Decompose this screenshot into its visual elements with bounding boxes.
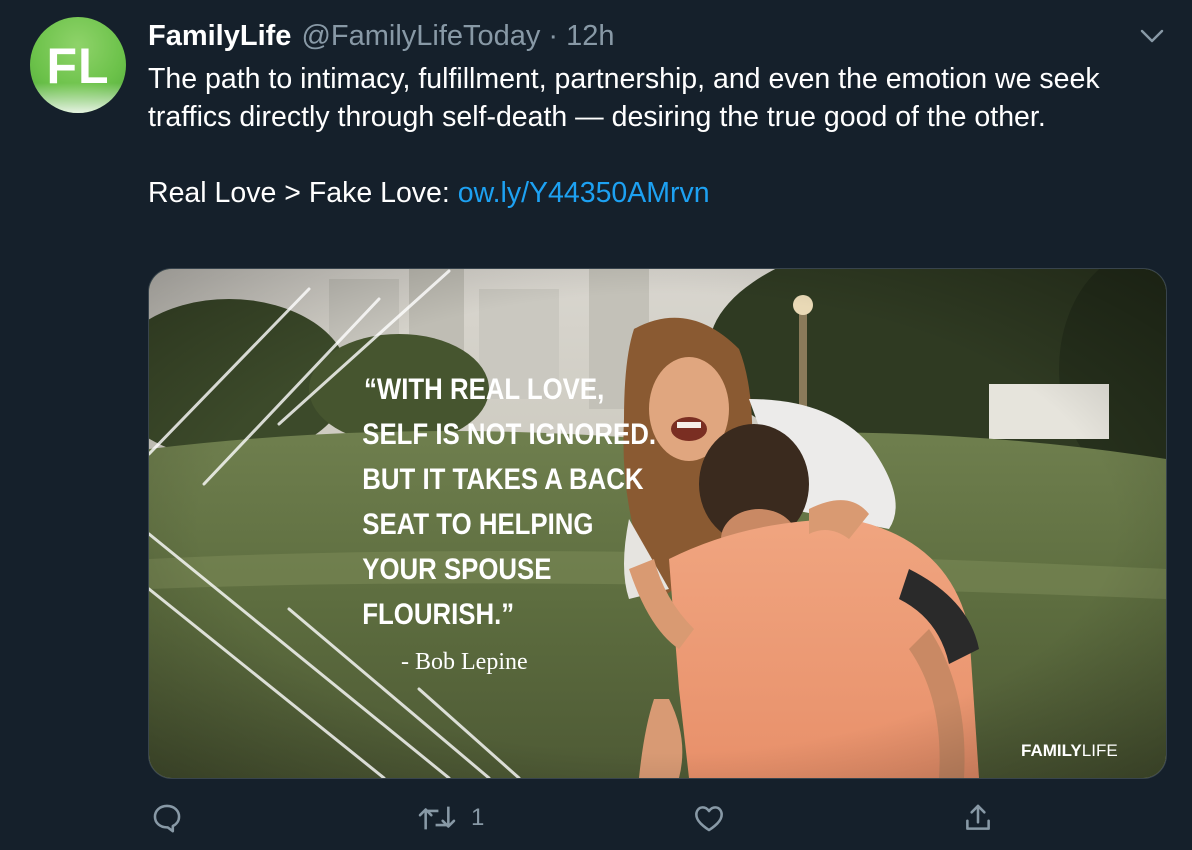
- timestamp[interactable]: 12h: [566, 20, 614, 53]
- quote-line: SEAT TO HELPING: [362, 507, 593, 540]
- logo-life: LIFE: [1082, 741, 1118, 760]
- tweet-link[interactable]: ow.ly/Y44350AMrvn: [458, 177, 710, 209]
- media-photo: “WITH REAL LOVE, SELF IS NOT IGNORED. BU…: [149, 269, 1166, 778]
- like-button[interactable]: [692, 798, 740, 838]
- tweet-actions: 1: [0, 798, 1192, 838]
- logo-family: FAMILY: [1021, 741, 1082, 760]
- avatar[interactable]: FL: [30, 17, 126, 113]
- retweet-button[interactable]: 1: [417, 798, 484, 838]
- tweet-text-paragraph-2: Real Love > Fake Love: ow.ly/Y44350AMrvn: [148, 174, 1158, 212]
- display-name[interactable]: FamilyLife: [148, 20, 291, 53]
- header-separator: ·: [548, 19, 559, 52]
- quote-line: “WITH REAL LOVE,: [364, 372, 604, 405]
- tweet-header: FamilyLife @FamilyLifeToday · 12h: [148, 18, 614, 54]
- tweet-text-prefix: Real Love > Fake Love:: [148, 177, 458, 209]
- quote-line: BUT IT TAKES A BACK: [362, 462, 643, 495]
- tweet-text-paragraph-1: The path to intimacy, fulfillment, partn…: [148, 63, 1100, 133]
- chevron-down-icon: [1140, 29, 1164, 43]
- quote-line: FLOURISH.”: [362, 597, 514, 630]
- tweet[interactable]: FL FamilyLife @FamilyLifeToday · 12h The…: [0, 0, 1192, 850]
- more-options-button[interactable]: [1138, 24, 1166, 48]
- avatar-initials: FL: [46, 38, 110, 94]
- retweet-count: 1: [471, 804, 485, 831]
- user-handle[interactable]: @FamilyLifeToday: [301, 20, 540, 53]
- quote-line: YOUR SPOUSE: [362, 552, 551, 585]
- svg-text:FAMILYLIFE: FAMILYLIFE: [1021, 741, 1118, 760]
- share-button[interactable]: [961, 798, 995, 838]
- familylife-logo: FAMILYLIFE: [1021, 741, 1118, 760]
- reply-icon: [153, 804, 181, 833]
- like-icon: [695, 806, 723, 832]
- tweet-text: The path to intimacy, fulfillment, partn…: [148, 60, 1158, 212]
- share-icon: [966, 804, 990, 830]
- reply-button[interactable]: [150, 798, 198, 838]
- quote-line: SELF IS NOT IGNORED.: [362, 417, 656, 450]
- quote-attribution: - Bob Lepine: [401, 649, 528, 675]
- tweet-media-image[interactable]: “WITH REAL LOVE, SELF IS NOT IGNORED. BU…: [148, 268, 1167, 779]
- retweet-icon: [418, 806, 456, 830]
